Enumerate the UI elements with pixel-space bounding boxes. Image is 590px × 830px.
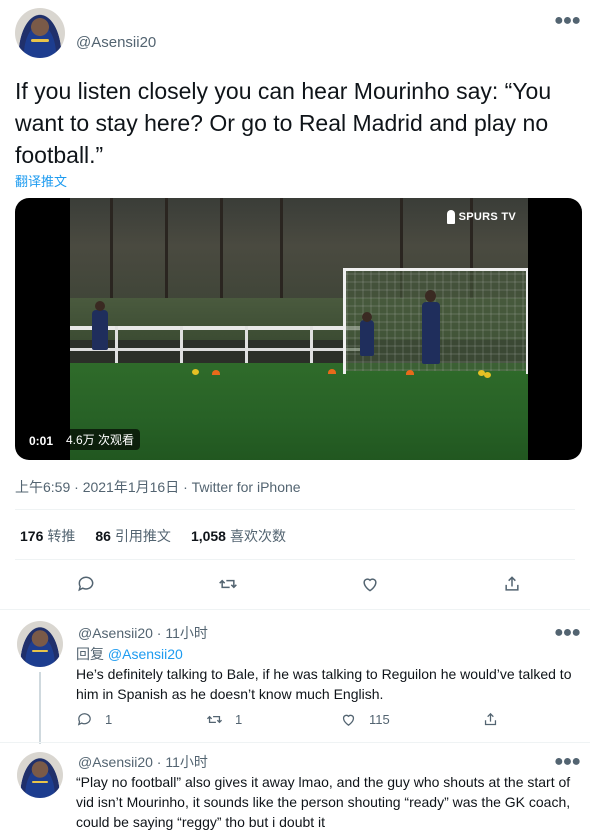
player-figure — [92, 310, 108, 350]
divider — [15, 509, 575, 510]
reply-share-button[interactable] — [482, 711, 499, 728]
tweet-stats: 176 转推 86 引用推文 1,058 喜欢次数 — [20, 526, 286, 546]
reply-like-button[interactable]: 115 — [340, 711, 390, 728]
video-time: 0:01 — [29, 434, 54, 448]
player-figure — [360, 320, 374, 356]
thread-line — [39, 672, 41, 744]
reply-actions: 1 1 115 — [76, 711, 556, 731]
share-icon — [484, 712, 497, 726]
quote-count[interactable]: 86 引用推文 — [95, 526, 171, 546]
reply-text: He’s definitely talking to Bale, if he w… — [76, 666, 572, 702]
like-count[interactable]: 1,058 喜欢次数 — [191, 526, 286, 546]
like-icon[interactable] — [358, 572, 382, 596]
cockerel-icon — [446, 210, 455, 224]
tweet-actions — [0, 572, 590, 598]
video-views: 4.6万 次观看 — [60, 429, 141, 450]
divider — [0, 742, 590, 743]
player-figure — [422, 302, 440, 364]
spurs-tv-watermark: SPURS TV — [446, 210, 516, 224]
more-options-icon[interactable]: ●●● — [554, 12, 581, 30]
more-options-icon[interactable]: ●●● — [554, 624, 581, 642]
tweet-metadata[interactable]: 上午6:59 · 2021年1月16日 · Twitter for iPhone — [15, 477, 301, 497]
reply-avatar[interactable] — [17, 752, 63, 798]
video-frame: SPURS TV — [70, 198, 528, 460]
video-player[interactable]: SPURS TV 0:01 4.6万 次观看 — [15, 198, 582, 460]
author-avatar[interactable] — [15, 8, 65, 58]
retweet-count[interactable]: 176 转推 — [20, 526, 75, 546]
reply-header[interactable]: @Asensii20 · 11小时 — [78, 752, 208, 772]
retweet-icon — [206, 715, 223, 724]
divider — [0, 609, 590, 610]
reply-icon — [77, 713, 91, 726]
fence — [70, 326, 360, 330]
more-options-icon[interactable]: ●●● — [554, 753, 581, 771]
author-handle[interactable]: @Asensii20 — [76, 34, 156, 51]
reply-retweet-button[interactable]: 1 — [206, 711, 242, 728]
divider — [15, 559, 575, 560]
reply-to-link[interactable]: @Asensii20 — [108, 646, 183, 662]
reply-text: “Play no football” also gives it away lm… — [76, 774, 571, 830]
retweet-icon[interactable] — [216, 572, 240, 596]
share-icon[interactable] — [500, 572, 524, 596]
reply-avatar[interactable] — [17, 621, 63, 667]
reply-icon[interactable] — [74, 572, 98, 596]
like-icon — [342, 714, 355, 726]
translate-tweet-link[interactable]: 翻译推文 — [15, 171, 67, 190]
reply-reply-button[interactable]: 1 — [76, 711, 112, 728]
tweet-text: If you listen closely you can hear Mouri… — [15, 78, 552, 168]
replying-to: 回复 @Asensii20 — [76, 646, 183, 662]
reply-header[interactable]: @Asensii20 · 11小时 — [78, 623, 208, 643]
